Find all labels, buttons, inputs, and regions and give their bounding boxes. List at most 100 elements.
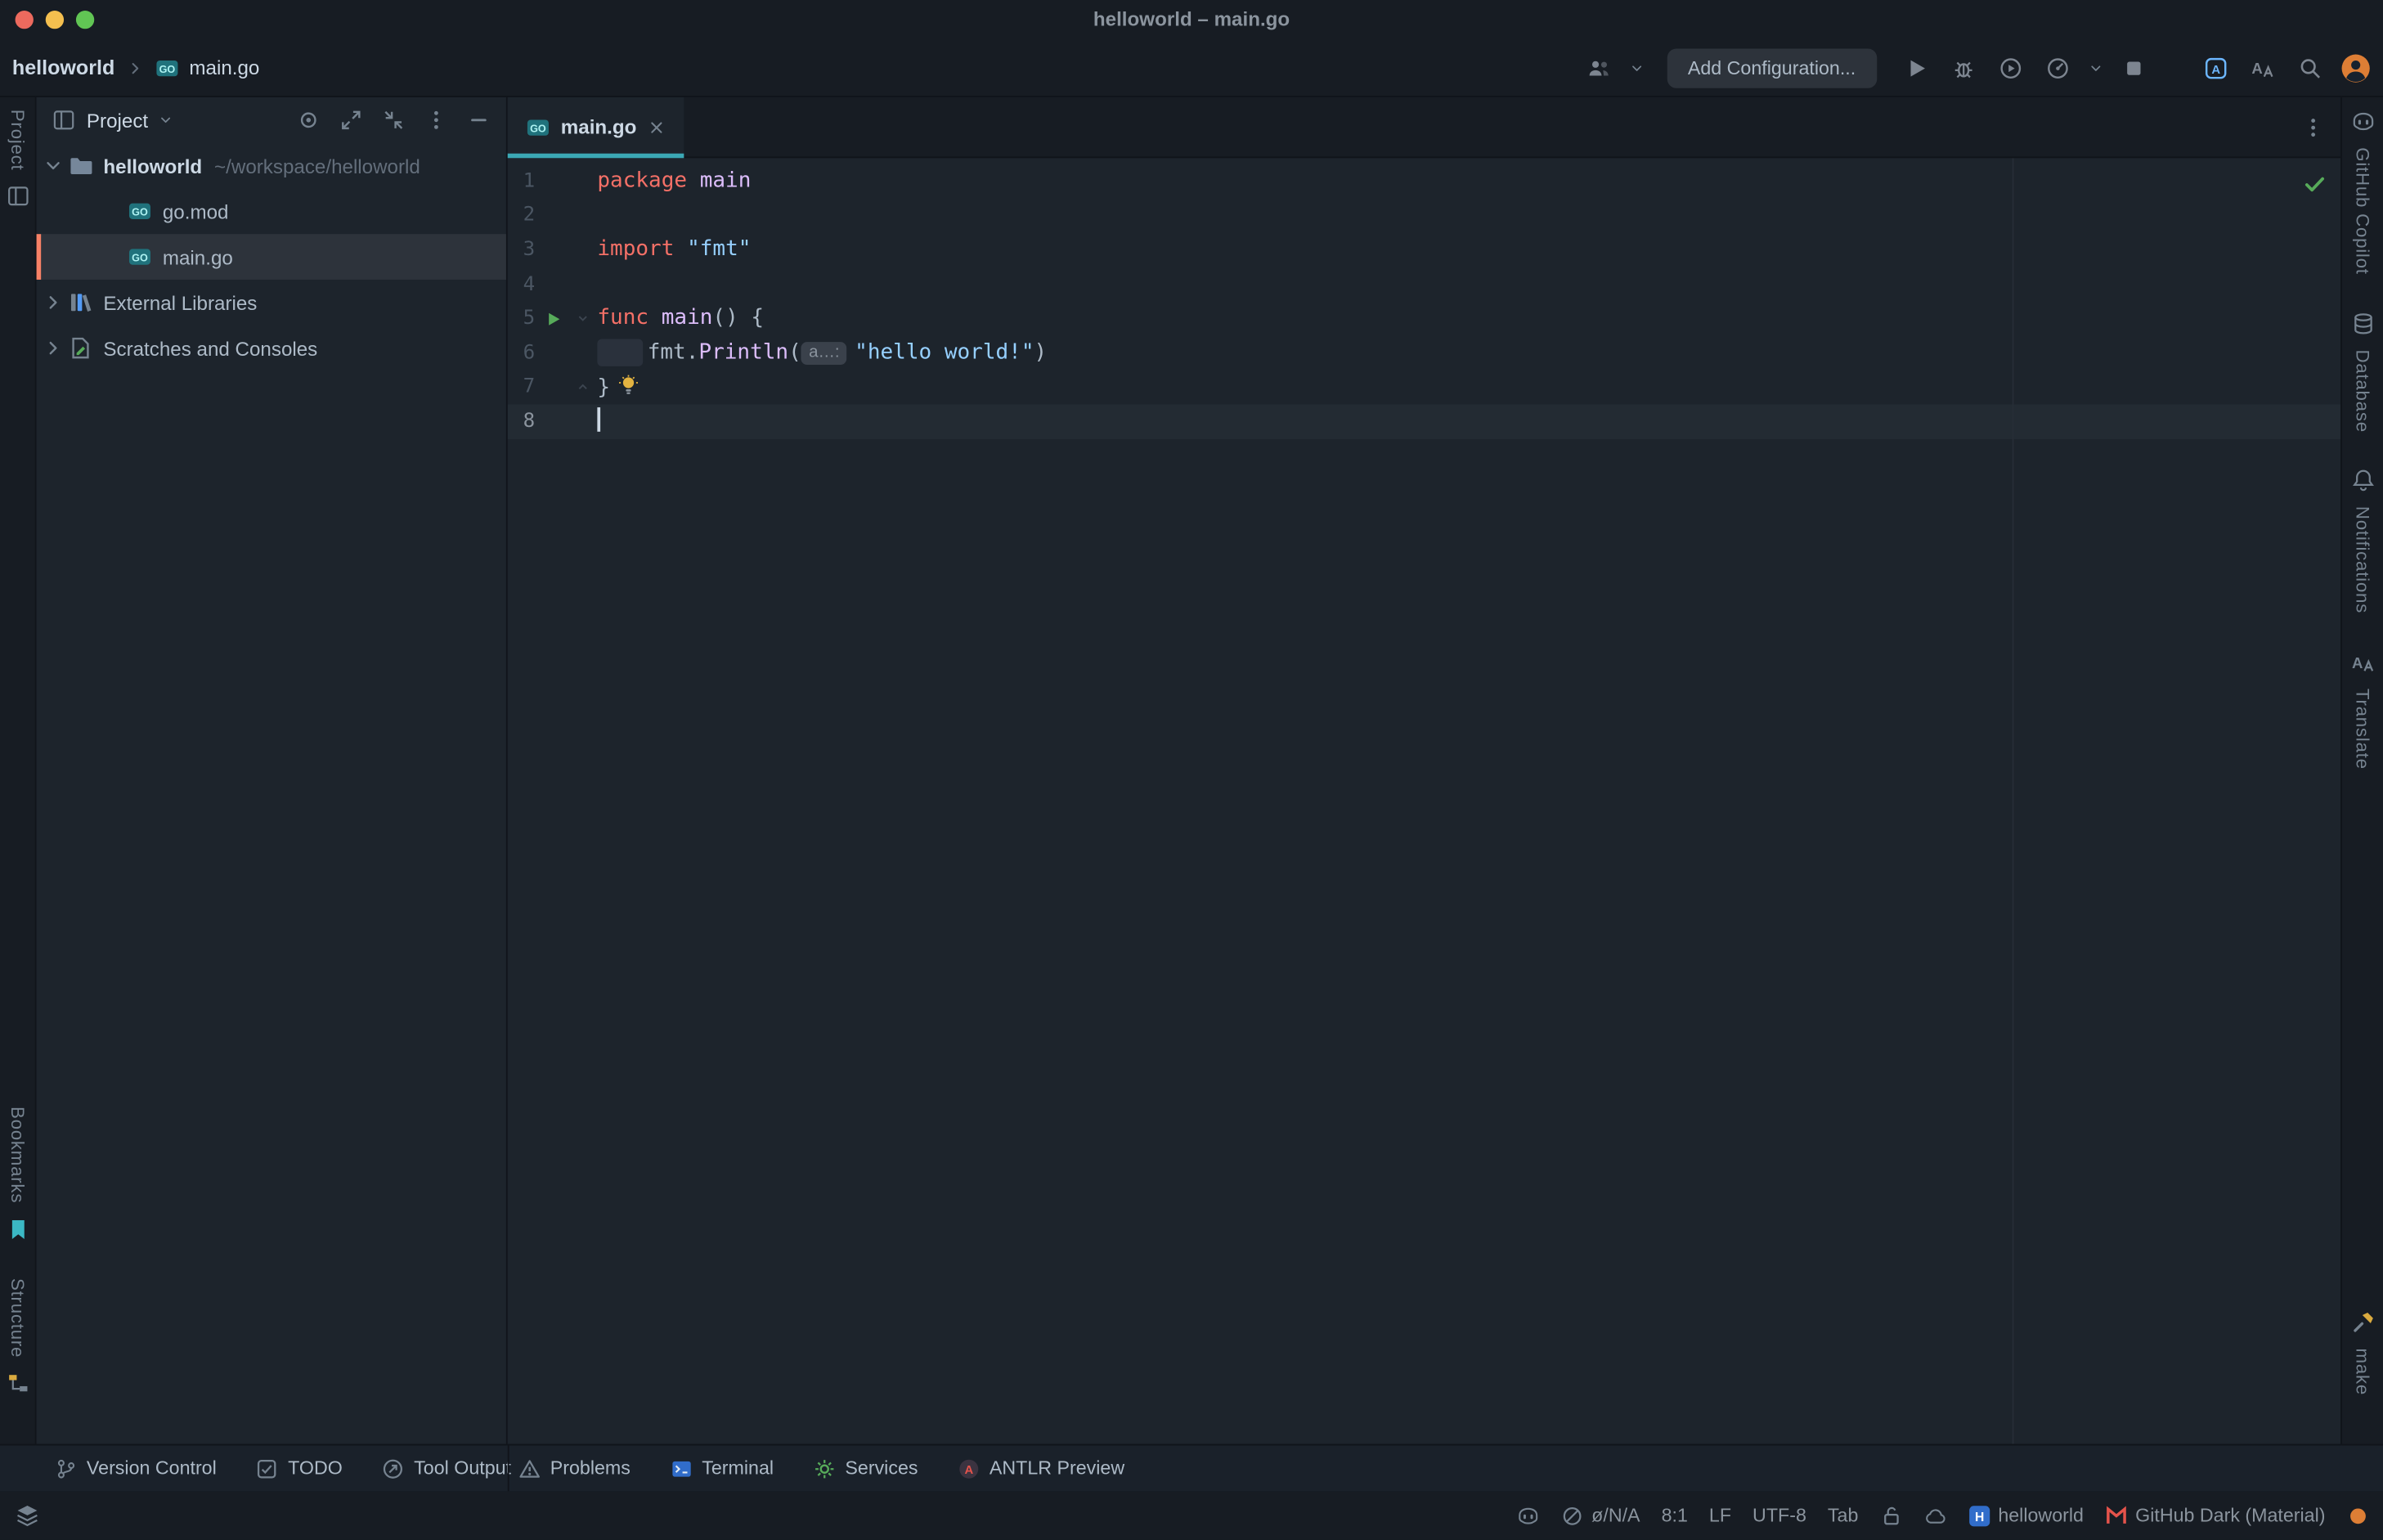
gutter-line-6[interactable]: 6: [508, 336, 596, 370]
tab-close-icon[interactable]: [647, 118, 665, 136]
tool-window-button-services[interactable]: Services: [813, 1457, 918, 1479]
project-panel-title[interactable]: Project: [87, 109, 148, 132]
stripe-button-database[interactable]: Database: [2350, 311, 2375, 432]
notification-indicator[interactable]: [2347, 1504, 2370, 1527]
tool-window-button-terminal[interactable]: Terminal: [670, 1457, 774, 1479]
code-token: "fmt": [687, 237, 751, 262]
run-button[interactable]: [1900, 51, 1933, 84]
tree-item-external-libraries[interactable]: External Libraries: [37, 280, 506, 326]
go-file-icon: GO: [526, 114, 550, 139]
tool-window-button-version-control[interactable]: Version Control: [55, 1457, 217, 1479]
left-tool-stripe: Project Bookmarks Structure: [0, 97, 37, 1444]
layers-icon[interactable]: [16, 1503, 40, 1528]
gutter-line-1[interactable]: 1: [508, 164, 596, 199]
svg-text:A: A: [964, 1463, 973, 1476]
panel-options-button[interactable]: [424, 108, 449, 132]
gutter-line-8[interactable]: 8: [508, 405, 596, 439]
svg-text:GO: GO: [132, 252, 148, 263]
code-line-3[interactable]: import "fmt": [596, 233, 2341, 267]
sync-status[interactable]: [1923, 1504, 1946, 1527]
tab-list-options-icon[interactable]: [2301, 114, 2326, 139]
line-separator[interactable]: LF: [1709, 1505, 1731, 1526]
copilot-status[interactable]: [1517, 1504, 1540, 1527]
gutter-line-4[interactable]: 4: [508, 267, 596, 302]
stripe-button-structure[interactable]: Structure: [6, 1277, 30, 1395]
code-line-1[interactable]: package main: [596, 164, 2341, 199]
line-number: 2: [508, 204, 535, 227]
hide-panel-button[interactable]: [467, 108, 491, 132]
stripe-button-notifications[interactable]: Notifications: [2350, 469, 2375, 614]
breadcrumb-project[interactable]: helloworld: [12, 56, 114, 79]
chevron-down-icon[interactable]: [1628, 60, 1644, 75]
code-line-6[interactable]: fmt.Println(a…:"hello world!"): [596, 336, 2341, 370]
tree-item-go-mod[interactable]: GOgo.mod: [37, 188, 506, 234]
tree-item-scratches-and-consoles[interactable]: Scratches and Consoles: [37, 326, 506, 371]
debug-button[interactable]: [1947, 51, 1981, 84]
tool-window-label: Version Control: [87, 1457, 217, 1479]
breadcrumb-file[interactable]: main.go: [189, 56, 259, 79]
ai-assistant-button[interactable]: A: [2199, 51, 2233, 84]
tool-window-bar: Version Control TODO Tool Output Problems T…: [0, 1444, 2383, 1492]
readonly-toggle[interactable]: [1879, 1504, 1902, 1527]
tree-item-label: External Libraries: [103, 291, 257, 314]
minimize-window-button[interactable]: [46, 11, 64, 29]
zoom-window-button[interactable]: [76, 11, 94, 29]
stripe-button-github-copilot[interactable]: GitHub Copilot: [2350, 110, 2375, 275]
window-controls: [0, 11, 94, 29]
stripe-label: Translate: [2352, 688, 2373, 769]
more-run-options-icon[interactable]: [2089, 60, 2104, 75]
stripe-button-translate[interactable]: A Translate: [2350, 650, 2375, 769]
code-token: main: [700, 168, 752, 193]
code-line-7[interactable]: }: [596, 370, 2341, 405]
tree-item-helloworld[interactable]: helloworld~/workspace/helloworld: [37, 143, 506, 189]
editor-tab-main-go[interactable]: GO main.go: [508, 97, 684, 156]
expand-all-button[interactable]: [339, 108, 363, 132]
intention-bulb-icon[interactable]: [617, 373, 640, 396]
run-with-coverage-button[interactable]: [1994, 51, 2027, 84]
code-line-5[interactable]: func main() {: [596, 302, 2341, 336]
gutter-line-2[interactable]: 2: [508, 199, 596, 233]
code-editor[interactable]: 1 2 34 5 678 package main import "fmt" func ma…: [508, 158, 2340, 1443]
chevron-down-icon[interactable]: [159, 113, 174, 128]
editor-content[interactable]: package main import "fmt" func main() {fmt…: [596, 158, 2341, 1443]
stripe-label: Notifications: [2352, 506, 2373, 613]
add-configuration-button[interactable]: Add Configuration...: [1667, 48, 1877, 88]
caret-position[interactable]: 8:1: [1662, 1505, 1688, 1526]
memory-indicator[interactable]: ø/N/A: [1561, 1504, 1640, 1527]
translate-button[interactable]: A: [2246, 51, 2280, 84]
search-everywhere-button[interactable]: [2293, 51, 2327, 84]
scratches-icon: [69, 336, 93, 361]
select-opened-file-button[interactable]: [296, 108, 321, 132]
project-widget[interactable]: Hhelloworld: [1968, 1504, 2084, 1527]
tool-window-button-problems[interactable]: Problems: [518, 1457, 631, 1479]
gutter-line-5[interactable]: 5: [508, 302, 596, 336]
stripe-button-project[interactable]: Project: [6, 110, 30, 209]
code-line-4[interactable]: [596, 267, 2341, 302]
tool-window-label: Problems: [550, 1457, 631, 1479]
line-number: 5: [508, 308, 535, 330]
gutter-line-3[interactable]: 3: [508, 233, 596, 267]
collapse-all-button[interactable]: [381, 108, 406, 132]
svg-text:A: A: [2351, 653, 2362, 671]
code-line-8[interactable]: [596, 405, 2341, 439]
tool-window-button-tool-output[interactable]: Tool Output: [382, 1457, 511, 1479]
stripe-button-bookmarks[interactable]: Bookmarks: [6, 1107, 30, 1241]
gutter-line-7[interactable]: 7: [508, 370, 596, 405]
user-avatar[interactable]: [2340, 52, 2371, 83]
stop-button[interactable]: [2117, 51, 2151, 84]
code-with-me-button[interactable]: [1582, 51, 1615, 84]
indent-style-label: Tab: [1828, 1505, 1858, 1526]
stripe-button-make[interactable]: make: [2350, 1310, 2375, 1395]
tool-window-button-antlr-preview[interactable]: AANTLR Preview: [958, 1457, 1124, 1479]
theme-widget[interactable]: GitHub Dark (Material): [2105, 1504, 2326, 1527]
structure-icon: [6, 1371, 30, 1395]
tool-window-button-todo[interactable]: TODO: [256, 1457, 343, 1479]
close-window-button[interactable]: [16, 11, 34, 29]
code-line-2[interactable]: [596, 199, 2341, 233]
indent-style[interactable]: Tab: [1828, 1505, 1858, 1526]
run-main-icon[interactable]: [544, 310, 562, 328]
profiler-button[interactable]: [2041, 51, 2075, 84]
fold-up-icon: [574, 379, 590, 395]
file-encoding[interactable]: UTF-8: [1752, 1505, 1806, 1526]
tree-item-main-go[interactable]: GOmain.go: [37, 234, 506, 280]
